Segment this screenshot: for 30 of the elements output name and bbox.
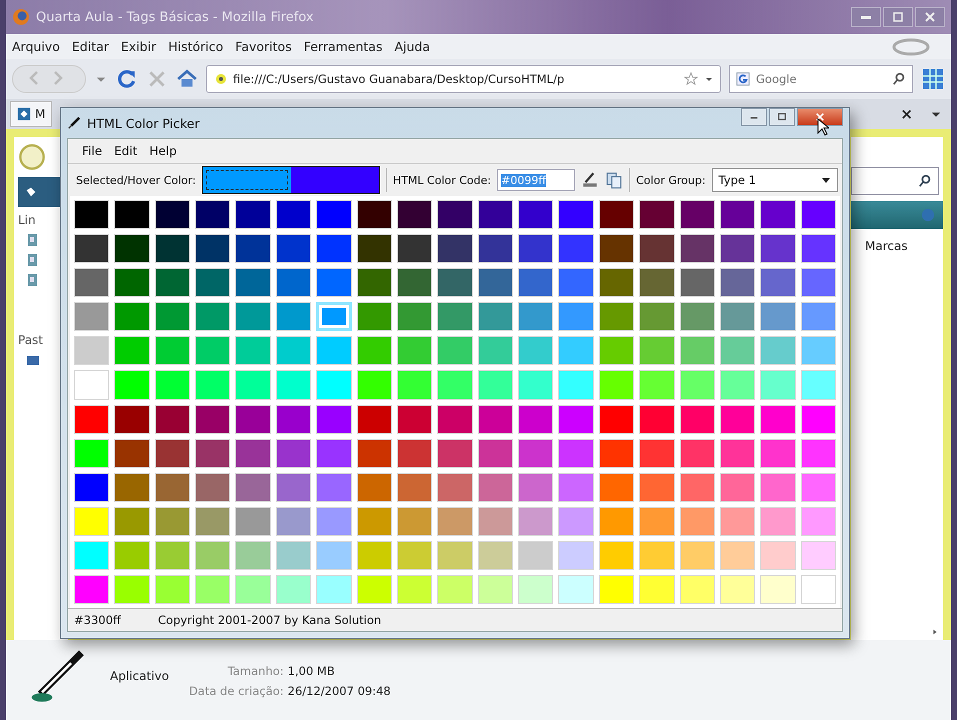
window-title: HTML Color Picker — [87, 116, 200, 130]
code-label: HTML Color Code: — [392, 174, 492, 186]
menu-item[interactable]: Ferramentas — [304, 39, 382, 54]
pane-label: Past — [18, 333, 44, 347]
copyright-text: Copyright 2001-2007 by Kana Solution — [158, 613, 382, 627]
address-field[interactable]: file:///C:/Users/Gustavo Guanabara/Desktop/CursoHTML/p — [206, 65, 721, 93]
group-label: Color Group: — [636, 174, 706, 186]
menu-item[interactable]: Favoritos — [235, 39, 292, 54]
date-label: Data de criação: — [188, 684, 284, 698]
pane-label: Lin — [18, 213, 36, 227]
menu-item[interactable]: Ajuda — [394, 39, 430, 54]
browser-tab[interactable]: M — [10, 101, 52, 127]
menu-item[interactable]: Exibir — [120, 39, 156, 54]
color-group-dropdown[interactable]: Type 1 — [712, 168, 838, 192]
size-label: Tamanho: — [226, 664, 284, 678]
file-type-text: Aplicativo — [110, 669, 169, 683]
menu-item[interactable]: Help — [149, 144, 177, 158]
menu-item[interactable]: File — [82, 144, 102, 158]
column-header[interactable]: Marcas — [851, 235, 943, 253]
menu-item[interactable]: Edit — [114, 144, 138, 158]
preview-label: Selected/Hover Color: — [76, 174, 196, 186]
menu-item[interactable]: Arquivo — [12, 39, 60, 54]
menu-item[interactable]: Histórico — [168, 39, 224, 54]
window-title: Quarta Aula - Tags Básicas - Mozilla Firefox — [36, 10, 314, 24]
size-value: 1,00 MB — [288, 664, 336, 678]
tab-close-button[interactable]: × — [900, 105, 913, 123]
date-value: 26/12/2007 09:48 — [288, 684, 391, 698]
status-color-code: #3300ff — [74, 613, 122, 627]
search-field[interactable]: Google — [729, 65, 913, 93]
menu-item[interactable]: Editar — [72, 39, 109, 54]
